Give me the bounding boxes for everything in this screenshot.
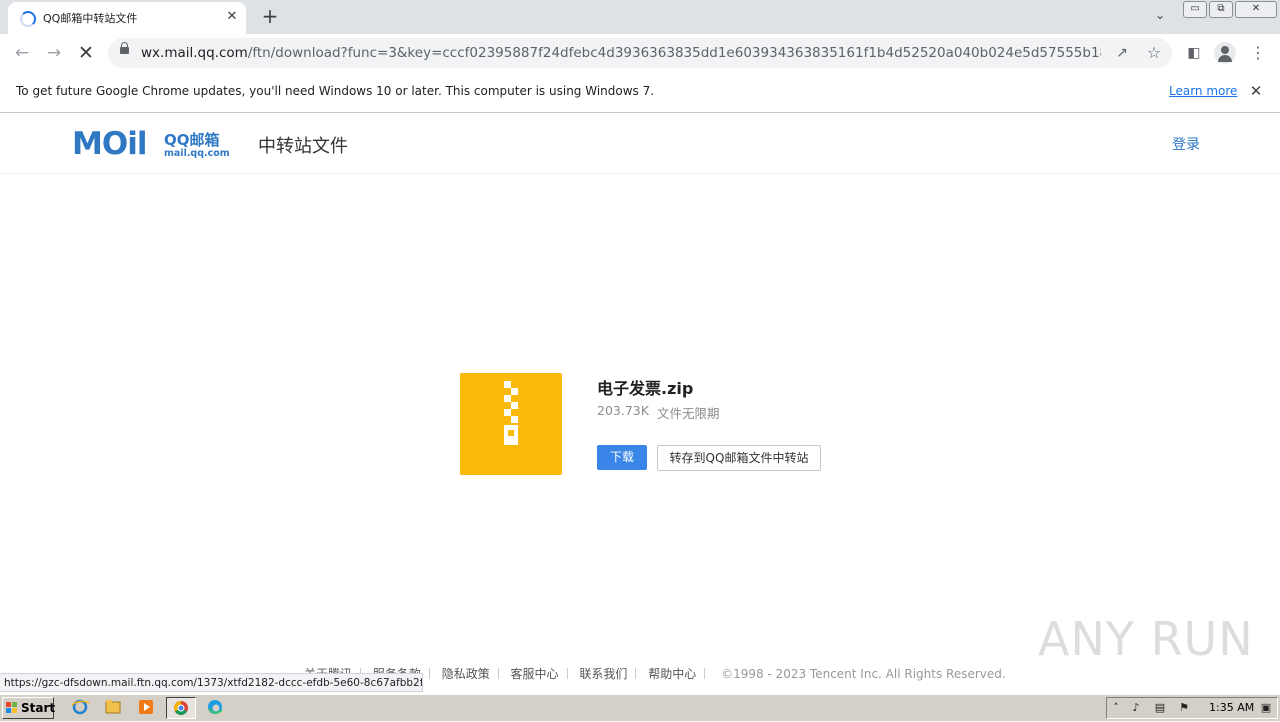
taskbar-clock[interactable]: 1:35 AM bbox=[1209, 701, 1254, 714]
file-size: 203.73K bbox=[597, 403, 649, 418]
footer-link-contact[interactable]: 联系我们 bbox=[579, 667, 627, 681]
share-icon[interactable]: ↗ bbox=[1112, 43, 1132, 63]
lock-icon[interactable] bbox=[120, 42, 129, 54]
tab-strip: QQ邮箱中转站文件 ✕ + ⌄ ▭ ⧉ ✕ bbox=[0, 0, 1280, 34]
menu-kebab-icon[interactable]: ⋮ bbox=[1248, 43, 1268, 63]
infobar-message: To get future Google Chrome updates, you… bbox=[16, 84, 655, 98]
file-explorer-icon[interactable] bbox=[101, 697, 125, 717]
profile-avatar-icon[interactable] bbox=[1214, 42, 1236, 64]
update-infobar: To get future Google Chrome updates, you… bbox=[0, 72, 1280, 113]
tab-close-icon[interactable]: ✕ bbox=[222, 7, 242, 27]
tab-search-icon[interactable]: ⌄ bbox=[1150, 8, 1170, 26]
learn-more-link[interactable]: Learn more bbox=[1169, 84, 1237, 98]
forward-arrow-icon[interactable]: → bbox=[42, 41, 66, 65]
footer-link-privacy[interactable]: 隐私政策 bbox=[442, 667, 490, 681]
volume-icon[interactable]: ♪ bbox=[1129, 701, 1143, 715]
side-panel-icon[interactable]: ◧ bbox=[1184, 43, 1204, 63]
minimize-button[interactable]: ▭ bbox=[1183, 1, 1207, 18]
show-desktop-icon[interactable]: ▣ bbox=[1259, 701, 1273, 715]
action-center-flag-icon[interactable]: ⚑ bbox=[1177, 701, 1191, 715]
stop-loading-icon[interactable]: ✕ bbox=[74, 41, 98, 65]
logo-wordmark: MOil bbox=[72, 126, 147, 162]
zip-file-icon bbox=[460, 373, 562, 475]
loading-spinner-icon bbox=[20, 11, 36, 27]
status-bubble-url: https://gzc-dfsdown.mail.ftn.qq.com/1373… bbox=[0, 673, 423, 692]
logo-domain: mail.qq.com bbox=[164, 148, 230, 159]
internet-explorer-icon[interactable] bbox=[68, 697, 92, 717]
browser-toolbar: ← → ✕ wx.mail.qq.com/ftn/download?func=3… bbox=[0, 34, 1280, 73]
qq-mail-logo[interactable]: MOil QQ邮箱 mail.qq.com bbox=[72, 126, 232, 162]
footer-link-support[interactable]: 客服中心 bbox=[511, 667, 559, 681]
tray-expand-icon[interactable]: ˄ bbox=[1109, 701, 1123, 715]
save-to-transfer-station-button[interactable]: 转存到QQ邮箱文件中转站 bbox=[657, 445, 821, 471]
chrome-icon[interactable] bbox=[166, 697, 196, 719]
logo-brand: QQ邮箱 bbox=[164, 131, 220, 149]
file-expiry: 文件无限期 bbox=[657, 406, 720, 421]
maximize-button[interactable]: ⧉ bbox=[1209, 1, 1233, 18]
windows-flag-icon bbox=[6, 702, 18, 714]
bookmark-star-icon[interactable]: ☆ bbox=[1144, 43, 1164, 63]
back-arrow-icon[interactable]: ← bbox=[10, 41, 34, 65]
url-text[interactable]: wx.mail.qq.com/ftn/download?func=3&key=c… bbox=[141, 45, 1101, 61]
anyrun-watermark: ANY RUN bbox=[1038, 612, 1254, 666]
page-title: 中转站文件 bbox=[258, 136, 348, 157]
infobar-close-icon[interactable]: ✕ bbox=[1246, 81, 1266, 101]
windows-taskbar: Start ˄ ♪ ▤ ⚑ 1:35 AM ▣ bbox=[0, 694, 1280, 721]
footer-link-help[interactable]: 帮助中心 bbox=[648, 667, 696, 681]
new-tab-button[interactable]: + bbox=[258, 5, 282, 29]
download-button[interactable]: 下载 bbox=[597, 445, 647, 470]
file-name: 电子发票.zip bbox=[597, 379, 694, 398]
system-tray: ˄ ♪ ▤ ⚑ 1:35 AM ▣ bbox=[1106, 697, 1278, 719]
edge-icon[interactable] bbox=[203, 697, 227, 717]
start-button[interactable]: Start bbox=[2, 697, 55, 719]
login-link[interactable]: 登录 bbox=[1172, 134, 1200, 154]
copyright-text: ©1998 - 2023 Tencent Inc. All Rights Res… bbox=[721, 667, 1006, 681]
page-header: MOil QQ邮箱 mail.qq.com 中转站文件 登录 bbox=[0, 113, 1280, 174]
zip-pull-icon bbox=[504, 425, 518, 445]
media-player-icon[interactable] bbox=[134, 697, 158, 717]
tab-title: QQ邮箱中转站文件 bbox=[43, 12, 138, 25]
network-icon[interactable]: ▤ bbox=[1153, 701, 1167, 715]
close-window-button[interactable]: ✕ bbox=[1235, 1, 1277, 18]
tab-qq-mail[interactable]: QQ邮箱中转站文件 ✕ bbox=[8, 2, 246, 34]
address-bar[interactable]: wx.mail.qq.com/ftn/download?func=3&key=c… bbox=[108, 38, 1172, 68]
